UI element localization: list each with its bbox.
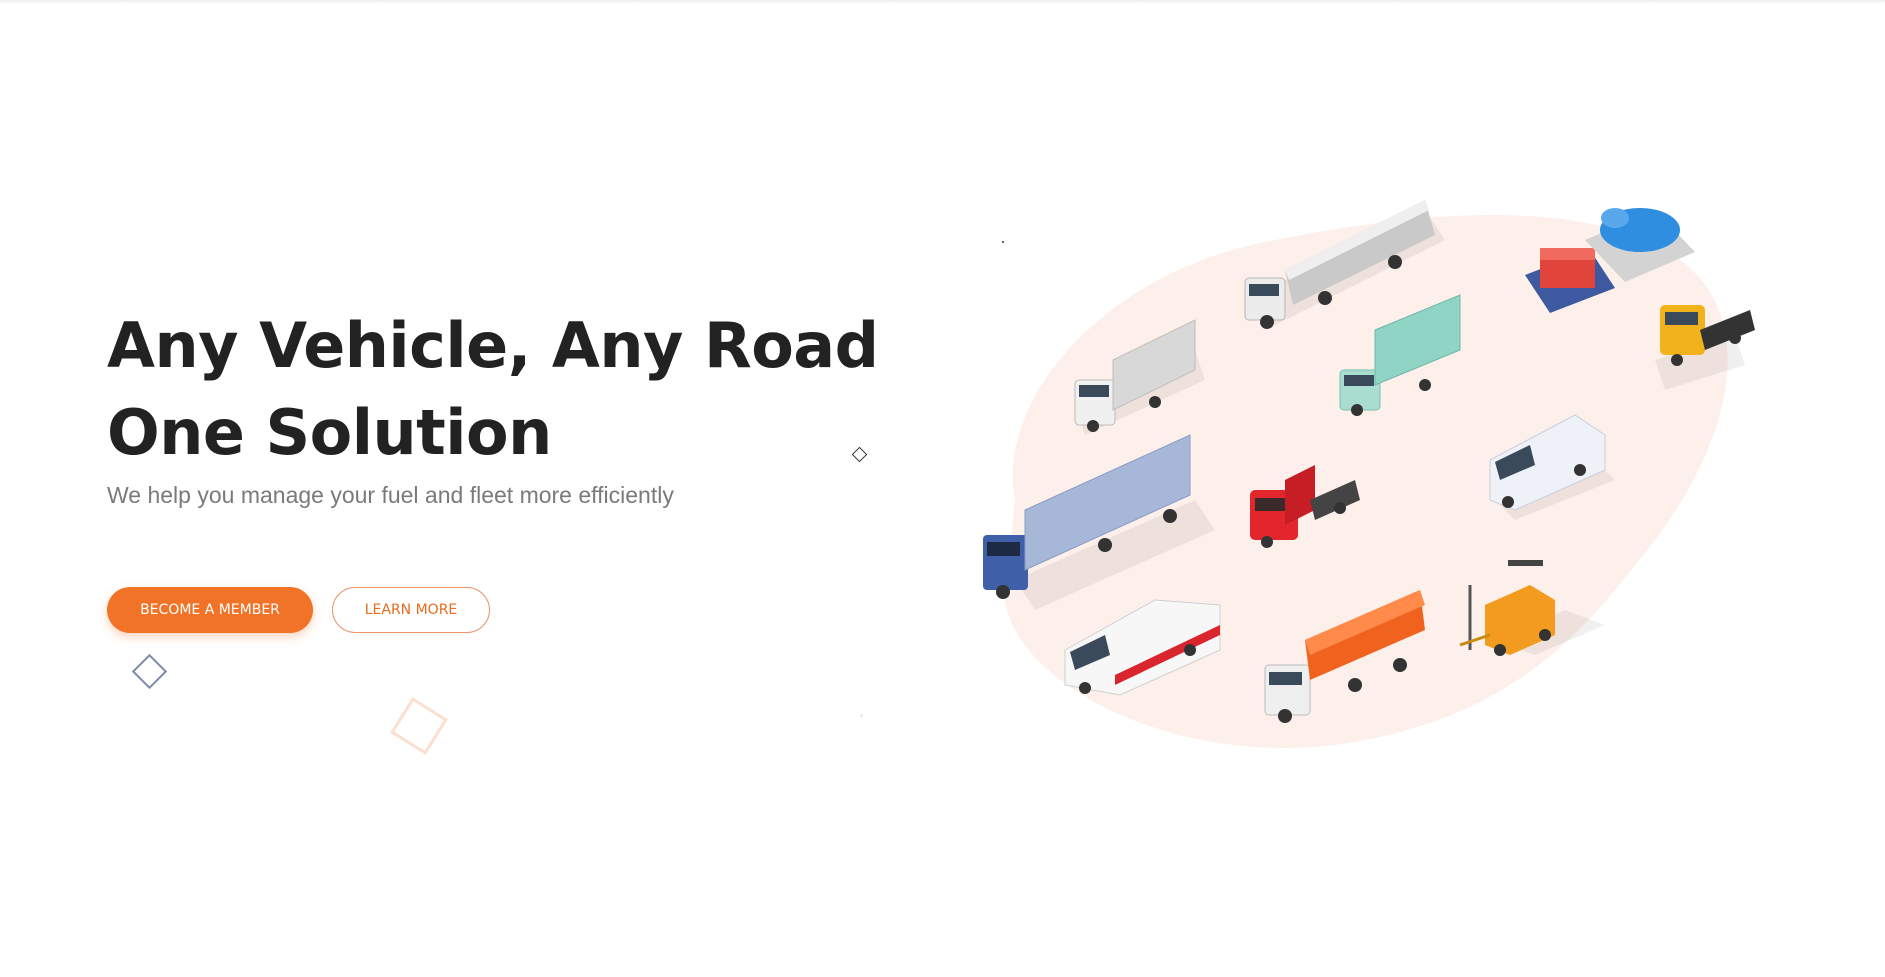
header-shadow	[0, 0, 1885, 4]
blue-diamond-decoration	[131, 653, 168, 690]
hero-title: Any Vehicle, Any Road One Solution	[107, 302, 879, 476]
fleet-vehicles-illustration	[955, 180, 1795, 760]
hero-title-line-1: Any Vehicle, Any Road	[107, 309, 879, 382]
hero-section: Any Vehicle, Any Road One Solution We he…	[107, 302, 879, 509]
hero-cta-group: BECOME A MEMBER LEARN MORE	[107, 587, 490, 633]
peach-square-decoration	[390, 697, 448, 755]
hero-title-line-2: One Solution	[107, 396, 552, 469]
dot-decoration	[860, 714, 863, 717]
become-member-button[interactable]: BECOME A MEMBER	[107, 587, 313, 633]
yellow-tractor-icon	[1655, 305, 1755, 390]
learn-more-button[interactable]: LEARN MORE	[332, 587, 490, 633]
hero-subtitle: We help you manage your fuel and fleet m…	[107, 482, 674, 508]
